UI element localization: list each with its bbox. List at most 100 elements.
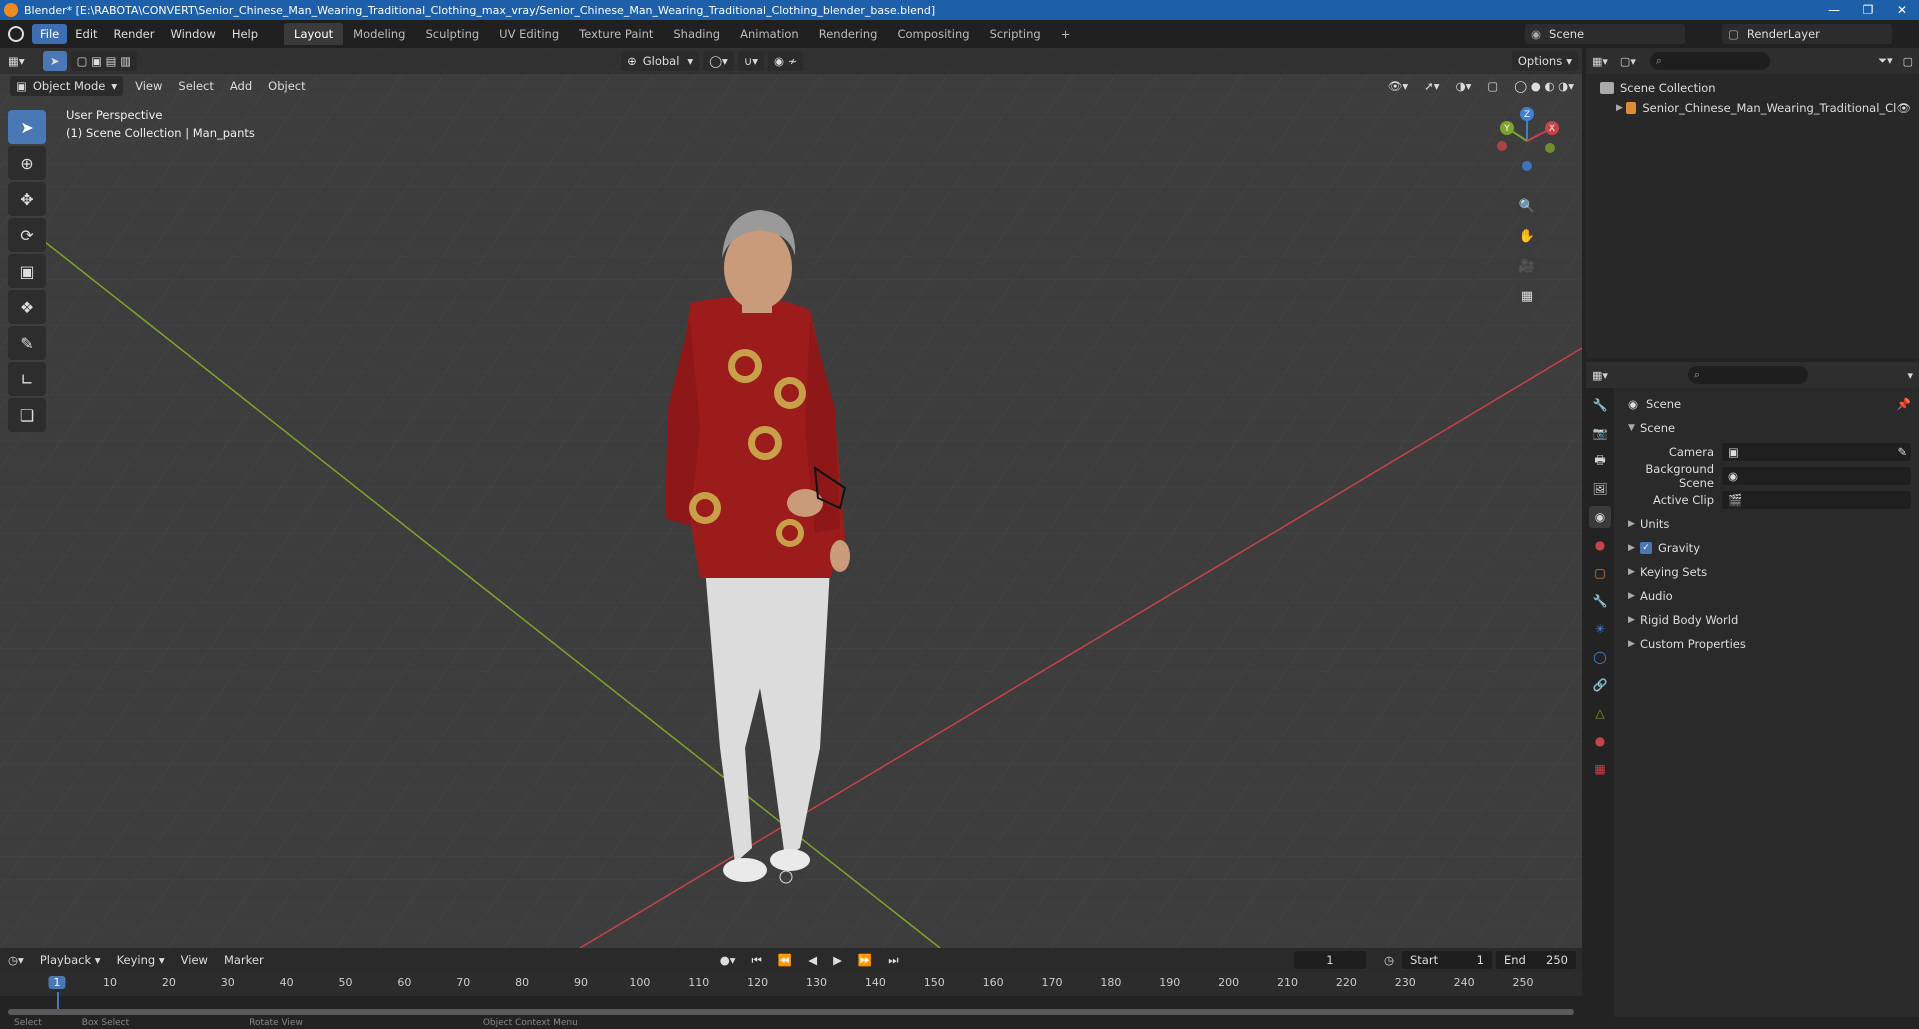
cursor-tool-icon[interactable]: ⊕ [8,146,46,180]
jump-end-icon[interactable]: ⏭ [880,951,906,970]
current-frame-field[interactable]: 1 [1293,951,1366,969]
viewport-menu-view[interactable]: View [127,77,170,95]
prev-keyframe-icon[interactable]: ⏪ [770,951,800,969]
xray-icon[interactable]: ▢ [1479,77,1506,95]
options-button[interactable]: Options ▾ [1511,51,1578,71]
proportional-edit-icon[interactable]: ◉ ≁ [768,51,804,71]
navigation-gizmo[interactable]: Z X Y 🔍 ✋ 🎥 ▦ [1482,106,1572,309]
viewport-menu-select[interactable]: Select [170,77,221,95]
display-mode-icon[interactable]: ▢▾ [1620,55,1636,68]
measure-tool-icon[interactable]: ∟ [8,362,46,396]
tab-animation[interactable]: Animation [730,23,809,45]
annotate-tool-icon[interactable]: ✎ [8,326,46,360]
properties-search-input[interactable]: ⌕ [1687,366,1808,384]
editor-type-icon[interactable]: ▦▾ [0,52,33,70]
gravity-checkbox[interactable]: ✓ [1640,542,1652,554]
outliner-item[interactable]: ▶ Senior_Chinese_Man_Wearing_Traditional… [1586,98,1919,118]
render-tab-icon[interactable]: 📷 [1589,422,1611,444]
timeline-menu-marker[interactable]: Marker [216,951,272,969]
start-frame-field[interactable]: Start 1 [1402,951,1492,969]
camera-view-icon[interactable]: 🎥 [1514,253,1540,279]
add-cube-tool-icon[interactable]: ❏ [8,398,46,432]
outliner-editor-type-icon[interactable]: ▦▾ [1592,55,1608,68]
tool-tab-icon[interactable]: 🔧 [1589,394,1611,416]
next-keyframe-icon[interactable]: ⏩ [850,951,880,969]
select-box-tool-icon[interactable]: ➤ [8,110,46,144]
expand-arrow-icon[interactable]: ▶ [1616,103,1626,113]
tab-layout[interactable]: Layout [284,23,344,45]
tab-uv-editing[interactable]: UV Editing [489,23,569,45]
physics-tab-icon[interactable]: ◯ [1589,646,1611,668]
tab-scripting[interactable]: Scripting [980,23,1051,45]
output-tab-icon[interactable]: 🖶 [1589,450,1611,472]
modifier-tab-icon[interactable]: 🔧 [1589,590,1611,612]
timeline-menu-keying[interactable]: Keying ▾ [109,951,173,969]
viewport-scene[interactable] [0,48,1582,948]
select-mode-icons[interactable]: ▢ ▣ ▤ ▥ [70,51,138,71]
minimize-icon[interactable]: — [1817,3,1851,17]
scene-panel-header[interactable]: ▼ Scene [1618,416,1919,440]
timeline-menu-view[interactable]: View [173,951,216,969]
shading-modes-icon[interactable]: ◯ ● ◐ ◑▾ [1506,77,1582,95]
current-frame-marker[interactable]: 1 [48,976,66,989]
blender-menu-icon[interactable] [8,26,24,42]
jump-start-icon[interactable]: ⏮ [744,951,770,970]
object-tab-icon[interactable]: ▢ [1589,562,1611,584]
tab-modeling[interactable]: Modeling [343,23,415,45]
rigid-body-world-section[interactable]: ▶ Rigid Body World [1618,608,1919,632]
outliner-search-input[interactable]: ⌕ [1649,52,1770,70]
viewport-menu-object[interactable]: Object [260,77,313,95]
audio-section[interactable]: ▶ Audio [1618,584,1919,608]
overlays-icon[interactable]: ◑▾ [1448,77,1480,95]
play-reverse-icon[interactable]: ◀ [800,951,825,969]
timeline-scrollbar[interactable] [8,1009,1574,1015]
eye-icon[interactable]: 👁 [1896,101,1911,115]
timeline-editor-type-icon[interactable]: ◷▾ [0,951,32,969]
restore-icon[interactable]: ❐ [1851,3,1885,17]
units-section[interactable]: ▶ Units [1618,512,1919,536]
play-icon[interactable]: ▶ [825,951,850,969]
select-tool-icon[interactable]: ➤ [42,51,67,71]
view-layer-tab-icon[interactable]: 🖼 [1589,478,1611,500]
new-collection-icon[interactable]: ▢ [1903,55,1913,68]
pin-icon[interactable]: 📌 [1897,397,1911,411]
background-scene-field[interactable]: ◉ [1722,467,1911,485]
tab-compositing[interactable]: Compositing [887,23,979,45]
record-icon[interactable]: ●▾ [712,951,744,969]
filter-icon[interactable]: ⏷▾ [1878,54,1892,68]
scene-tab-icon[interactable]: ◉ [1589,506,1611,528]
scene-selector[interactable]: ◉ Scene [1525,24,1685,44]
transform-tool-icon[interactable]: ❖ [8,290,46,324]
camera-field[interactable]: ▣ ✎ [1722,443,1911,461]
close-icon[interactable]: ✕ [1885,3,1919,17]
menu-edit[interactable]: Edit [67,24,105,44]
active-clip-field[interactable]: 🎬 [1722,491,1911,509]
menu-file[interactable]: File [32,24,68,44]
render-layer-selector[interactable]: ▢ RenderLayer [1722,24,1892,44]
add-workspace-icon[interactable]: + [1051,23,1081,45]
texture-tab-icon[interactable]: ▦ [1589,758,1611,780]
properties-editor-type-icon[interactable]: ▦▾ [1592,369,1608,382]
timeline-menu-playback[interactable]: Playback ▾ [32,951,109,969]
keying-sets-section[interactable]: ▶ Keying Sets [1618,560,1919,584]
mode-select[interactable]: ▣ Object Mode ▾ [10,76,124,96]
timeline-ruler[interactable]: 1 10 20 30 40 50 60 70 80 90 100 110 120 130 140 150 160… [0,972,1582,1010]
menu-window[interactable]: Window [162,24,223,44]
particles-tab-icon[interactable]: ✳ [1589,618,1611,640]
tab-texture-paint[interactable]: Texture Paint [569,23,663,45]
world-tab-icon[interactable]: ● [1589,534,1611,556]
visibility-icon[interactable]: 👁▾ [1380,77,1416,95]
tab-sculpting[interactable]: Sculpting [415,23,489,45]
outliner-scene-collection[interactable]: Scene Collection [1586,78,1919,98]
clock-icon[interactable]: ◷ [1376,951,1402,969]
playhead-line[interactable] [57,992,59,1010]
gizmo-toggle-icon[interactable]: ➚▾ [1416,77,1447,95]
menu-render[interactable]: Render [106,24,163,44]
rotate-tool-icon[interactable]: ⟳ [8,218,46,252]
pivot-point-icon[interactable]: ◯▾ [703,51,734,71]
menu-help[interactable]: Help [224,24,266,44]
constraints-tab-icon[interactable]: 🔗 [1589,674,1611,696]
move-tool-icon[interactable]: ✥ [8,182,46,216]
material-tab-icon[interactable]: ● [1589,730,1611,752]
transform-orientation-select[interactable]: ⊕ Global ▾ [621,51,700,71]
